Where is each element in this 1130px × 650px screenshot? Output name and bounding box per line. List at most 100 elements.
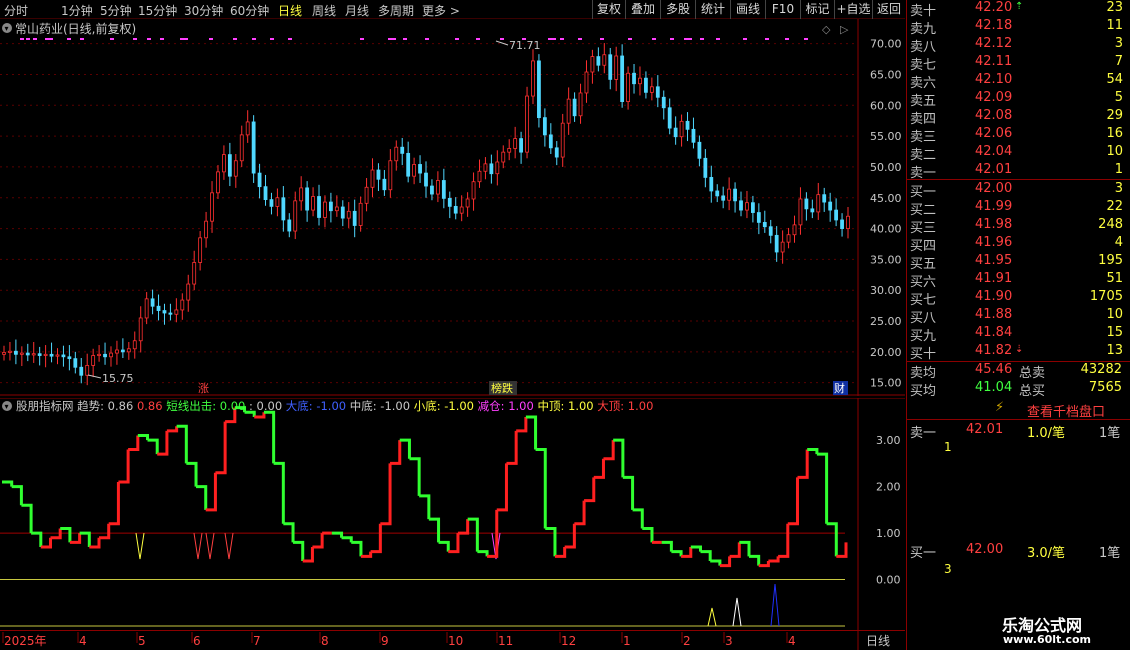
signal-dot [209, 38, 213, 40]
buy-level-volume: 51 [1106, 271, 1123, 286]
buy-level-row[interactable]: 买六 41.91 51 [907, 271, 1130, 290]
trend-segment [642, 526, 654, 543]
sell-level-row[interactable]: 卖二 42.04 10 [907, 144, 1130, 163]
y-tick-label: 15.00 [870, 377, 902, 390]
play-icon[interactable]: ▷ [840, 23, 849, 36]
sell-level-price: 42.11 [975, 54, 1013, 69]
buy-level-row[interactable]: 买七 41.90 1705 [907, 289, 1130, 308]
cai-marker[interactable]: 财 [834, 381, 845, 395]
y-tick-label: 45.00 [870, 192, 902, 205]
candle-body [721, 195, 726, 201]
trend-segment [419, 494, 431, 520]
sell-level-row[interactable]: 卖七 42.11 7 [907, 54, 1130, 73]
zhang-marker[interactable]: 涨 [198, 382, 209, 395]
buy-level-label: 买十 [910, 347, 937, 362]
y-tick-label: 60.00 [870, 99, 902, 112]
sell-level-row[interactable]: 卖三 42.06 16 [907, 126, 1130, 145]
y-tick-label: 30.00 [870, 284, 902, 297]
signal-dot [560, 38, 564, 40]
signal-dot [110, 38, 114, 40]
signal-dot [160, 38, 164, 40]
sell-level-row[interactable]: 卖四 42.08 29 [907, 108, 1130, 127]
sell-level-volume: 29 [1106, 108, 1123, 123]
buy-level-row[interactable]: 买十 41.82 13 ⇣ [907, 343, 1130, 362]
trend-segment [409, 457, 421, 496]
period-label[interactable]: 日线 [866, 634, 890, 648]
candle-body [465, 198, 470, 208]
trend-segment [312, 533, 324, 549]
trend-segment [768, 556, 780, 563]
candle-body [311, 196, 315, 211]
trend-segment [99, 523, 111, 540]
tab-more[interactable]: 更多 > [422, 2, 460, 19]
candle-body [780, 241, 785, 253]
tab-5min[interactable]: 5分钟 [100, 2, 132, 19]
tab-60min[interactable]: 60分钟 [230, 2, 269, 19]
buy-level-volume: 195 [1098, 253, 1123, 268]
sell-level-row[interactable]: 卖八 42.12 3 [907, 36, 1130, 55]
tab-1min[interactable]: 1分钟 [61, 2, 93, 19]
indicator-chart[interactable]: 3.00 2.00 1.00 0.00 ▾ 股朋指标网 趋势: 0.86 0.86 短… [0, 397, 905, 630]
signal-dot [476, 38, 480, 40]
buy-avg-label: 买均 [910, 384, 937, 399]
candle-body [441, 180, 446, 199]
mark-button[interactable]: 标记 [800, 0, 834, 19]
multi-stock-button[interactable]: 多股 [660, 0, 695, 19]
indicator-y-tick: 0.00 [876, 574, 901, 587]
bang-die-marker[interactable]: 榜跌 [491, 381, 513, 395]
candle-body [31, 353, 36, 356]
trend-segment [593, 458, 605, 479]
back-button[interactable]: 返回 [872, 0, 905, 19]
buy-level-row[interactable]: 买八 41.88 10 [907, 307, 1130, 326]
tab-daily[interactable]: 日线 [278, 2, 302, 19]
tab-weekly[interactable]: 周线 [312, 2, 336, 19]
buy-level-price: 41.90 [975, 289, 1013, 304]
stats-button[interactable]: 统计 [695, 0, 730, 19]
tab-monthly[interactable]: 月线 [345, 2, 369, 19]
trend-segment [574, 500, 586, 526]
sell-level-row[interactable]: 卖五 42.09 5 [907, 90, 1130, 109]
sell-level-row[interactable]: 卖六 42.10 54 [907, 72, 1130, 91]
candle-body [584, 71, 589, 94]
buy-level-row[interactable]: 买九 41.84 15 [907, 325, 1130, 344]
buy-level-row[interactable]: 买一 42.00 3 [907, 181, 1130, 200]
candlestick-chart[interactable]: ▾ 常山药业(日线,前复权) ◇ ▷ 71.71 15.75 15.00 20.0… [0, 19, 905, 396]
order-book: 卖十 42.20 23 ⇡ 卖九 42.18 11 卖八 42.12 3 卖七 42.11 7 卖六 42.… [906, 0, 1130, 400]
tab-30min[interactable]: 30分钟 [184, 2, 223, 19]
signal-dot [233, 38, 237, 40]
trend-segment [787, 477, 799, 526]
sell-level-row[interactable]: 卖九 42.18 11 [907, 18, 1130, 37]
fuquan-button[interactable]: 复权 [592, 0, 625, 19]
trend-segment [166, 426, 179, 433]
tab-15min[interactable]: 15分钟 [138, 2, 177, 19]
candle-body [198, 237, 203, 263]
add-watchlist-button[interactable]: +自选 [834, 0, 872, 19]
indicator-y-tick: 1.00 [876, 527, 901, 540]
indicator-value: 中顶: 1.00 [534, 399, 594, 413]
diamond-icon[interactable]: ◇ [822, 23, 831, 36]
candle-body [162, 310, 167, 314]
tab-multi-period[interactable]: 多周期 [378, 2, 414, 19]
buy-level-volume: 15 [1106, 325, 1123, 340]
candle-body [649, 86, 654, 93]
candle-body [477, 170, 482, 183]
buy-level-price: 42.00 [975, 181, 1013, 196]
buy-level-row[interactable]: 买四 41.96 4 [907, 235, 1130, 254]
draw-line-button[interactable]: 画线 [730, 0, 765, 19]
buy-level-row[interactable]: 买二 41.99 22 [907, 199, 1130, 218]
y-tick-label: 50.00 [870, 161, 902, 174]
buy-level-row[interactable]: 买三 41.98 248 [907, 217, 1130, 236]
candle-body [49, 353, 54, 357]
signal-spike [205, 533, 215, 560]
view-depth-link[interactable]: 查看千档盘口 [1027, 401, 1105, 420]
trend-segment [128, 435, 140, 451]
overlay-button[interactable]: 叠加 [625, 0, 660, 19]
y-tick-label: 40.00 [870, 223, 902, 236]
buy-level-label: 买三 [910, 221, 937, 236]
sell-level-row[interactable]: 卖一 42.01 1 [907, 162, 1130, 181]
buy-level-row[interactable]: 买五 41.95 195 [907, 253, 1130, 272]
sell-level-row[interactable]: 卖十 42.20 23 ⇡ [907, 0, 1130, 19]
f10-button[interactable]: F10 [765, 0, 800, 19]
candle-body [79, 366, 84, 376]
tab-fenshi[interactable]: 分时 [4, 2, 28, 19]
